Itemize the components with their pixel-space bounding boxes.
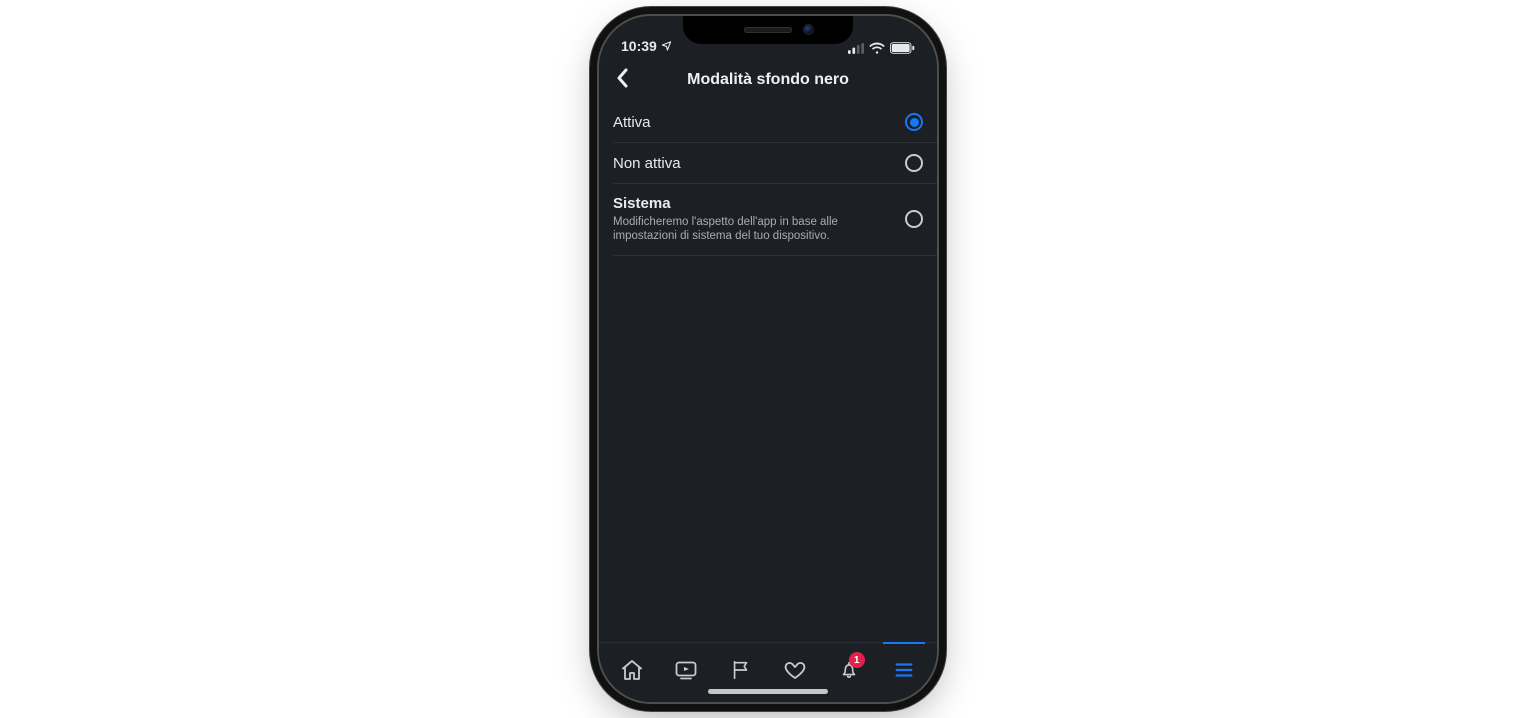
option-text: Attiva	[613, 114, 905, 131]
home-icon	[620, 658, 644, 687]
options-list: Attiva Non attiva Sistema Modificheremo …	[599, 102, 937, 256]
option-non-attiva[interactable]: Non attiva	[613, 143, 937, 184]
nav-header: Modalità sfondo nero	[599, 58, 937, 102]
status-time: 10:39	[621, 38, 657, 54]
home-indicator[interactable]	[708, 689, 828, 694]
tab-home[interactable]	[605, 643, 659, 702]
speaker-grill	[744, 27, 792, 33]
option-text: Sistema Modificheremo l'aspetto dell'app…	[613, 195, 905, 244]
status-bar-right	[848, 42, 915, 54]
screen: 10:39	[599, 16, 937, 702]
flag-icon	[730, 659, 752, 686]
page-title: Modalità sfondo nero	[687, 71, 849, 89]
radio-non-attiva[interactable]	[905, 154, 923, 172]
option-sistema[interactable]: Sistema Modificheremo l'aspetto dell'app…	[613, 184, 937, 256]
cellular-icon	[848, 43, 864, 54]
tab-menu[interactable]	[877, 643, 931, 702]
notifications-badge: 1	[849, 652, 865, 668]
tab-notifications[interactable]: 1	[822, 643, 876, 702]
front-camera	[804, 25, 813, 34]
location-icon	[661, 38, 672, 54]
option-title: Sistema	[613, 195, 895, 212]
hamburger-menu-icon	[893, 659, 915, 686]
phone-frame: 10:39	[599, 16, 937, 702]
option-attiva[interactable]: Attiva	[613, 102, 937, 143]
option-title: Attiva	[613, 114, 895, 131]
status-bar-left: 10:39	[621, 38, 672, 54]
chevron-left-icon	[616, 68, 630, 93]
heart-icon	[783, 658, 807, 687]
notch	[683, 16, 853, 44]
option-text: Non attiva	[613, 155, 905, 172]
option-title: Non attiva	[613, 155, 895, 172]
wifi-icon	[869, 42, 885, 54]
radio-sistema[interactable]	[905, 210, 923, 228]
radio-attiva[interactable]	[905, 113, 923, 131]
battery-icon	[890, 42, 915, 54]
tab-watch[interactable]	[659, 643, 713, 702]
content-spacer	[599, 256, 937, 642]
option-subtitle: Modificheremo l'aspetto dell'app in base…	[613, 215, 895, 244]
back-button[interactable]	[607, 64, 639, 96]
tv-play-icon	[674, 658, 698, 687]
stage: 10:39	[0, 0, 1536, 718]
